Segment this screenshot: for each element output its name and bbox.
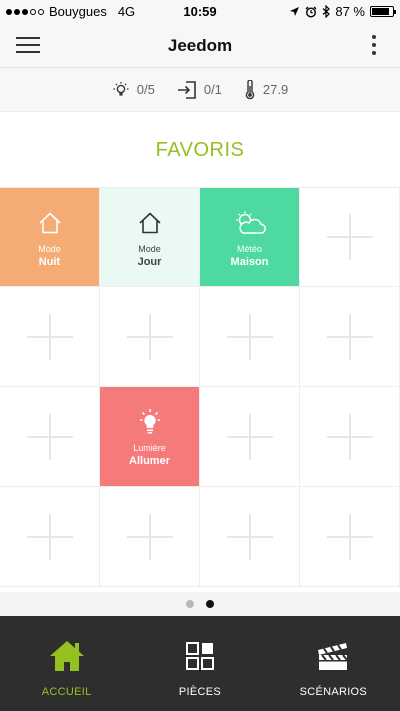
add-favorite-slot[interactable]	[100, 487, 200, 587]
tab-pieces[interactable]: PIÈCES	[133, 616, 266, 711]
add-favorite-slot[interactable]	[0, 387, 100, 487]
house-icon	[37, 210, 63, 236]
page-dot-2-active[interactable]	[206, 600, 214, 608]
plus-icon	[226, 313, 273, 360]
tile-name: Jour	[137, 256, 162, 268]
page-title: Jeedom	[167, 36, 233, 55]
add-favorite-slot[interactable]	[300, 487, 400, 587]
door-enter-icon	[177, 80, 196, 99]
alarm-clock-icon	[305, 6, 317, 18]
add-favorite-slot[interactable]	[300, 287, 400, 387]
add-favorite-slot[interactable]	[300, 187, 400, 287]
tile-category: Météo	[236, 244, 262, 254]
home-icon	[48, 636, 86, 676]
summary-temperature[interactable]: 27.9	[244, 79, 289, 100]
location-arrow-icon	[290, 7, 300, 16]
battery-icon	[370, 6, 396, 17]
plus-icon	[326, 413, 373, 460]
favorite-tile-mode-jour[interactable]: Mode Jour	[100, 187, 200, 287]
status-bar: Bouygues 4G 10:59 87 %	[0, 0, 400, 22]
tab-accueil[interactable]: ACCUEIL	[0, 616, 133, 711]
house-icon	[137, 210, 163, 236]
tile-category: Mode	[138, 244, 161, 254]
tab-label: PIÈCES	[178, 686, 222, 698]
favorite-tile-meteo-maison[interactable]: Météo Maison	[200, 187, 300, 287]
more-options-icon[interactable]	[370, 35, 378, 55]
temperature-value: 27.9	[262, 82, 289, 97]
rooms-grid-icon	[185, 636, 214, 676]
summary-doors[interactable]: 0/1	[177, 80, 222, 99]
add-favorite-slot[interactable]	[200, 487, 300, 587]
favorite-tile-lumiere-allumer[interactable]: Lumière Allumer	[100, 387, 200, 487]
weather-icon	[233, 210, 267, 236]
lightbulb-icon	[113, 81, 129, 96]
favorites-grid: Mode Nuit Mode Jour Météo Maison Lumière…	[0, 187, 400, 590]
plus-icon	[26, 513, 73, 560]
tile-category: Mode	[38, 244, 61, 254]
plus-icon	[26, 413, 73, 460]
plus-icon	[126, 313, 173, 360]
summary-bar: 0/5 0/1 27.9	[0, 68, 400, 112]
plus-icon	[226, 513, 273, 560]
hamburger-menu-icon[interactable]	[16, 37, 40, 53]
bottom-tab-bar: ACCUEIL PIÈCES SCÉNARIOS	[0, 616, 400, 711]
doors-count: 0/1	[203, 82, 222, 97]
tile-name: Maison	[230, 256, 269, 268]
tab-label: ACCUEIL	[41, 686, 92, 698]
add-favorite-slot[interactable]	[200, 287, 300, 387]
add-favorite-slot[interactable]	[200, 387, 300, 487]
plus-icon	[26, 313, 73, 360]
add-favorite-slot[interactable]	[100, 287, 200, 387]
favorites-title: FAVORIS	[155, 139, 245, 161]
tile-name: Allumer	[129, 455, 170, 467]
battery-percent: 87 %	[335, 4, 365, 19]
app-header: Jeedom	[0, 22, 400, 68]
plus-icon	[126, 513, 173, 560]
summary-lights[interactable]: 0/5	[112, 81, 155, 99]
plus-icon	[326, 513, 373, 560]
plus-icon	[226, 413, 273, 460]
add-favorite-slot[interactable]	[300, 387, 400, 487]
status-right: 87 %	[289, 4, 396, 19]
tab-label: SCÉNARIOS	[299, 686, 368, 698]
tab-scenarios[interactable]: SCÉNARIOS	[267, 616, 400, 711]
page-dot-1[interactable]	[186, 600, 194, 608]
plus-icon	[326, 214, 373, 260]
lightbulb-icon	[137, 409, 163, 435]
plus-icon	[326, 313, 373, 360]
thermometer-icon	[245, 79, 255, 99]
add-favorite-slot[interactable]	[0, 287, 100, 387]
clapperboard-icon	[316, 636, 350, 676]
page-indicator	[0, 592, 400, 616]
tile-name: Nuit	[38, 256, 61, 268]
favorite-tile-mode-nuit[interactable]: Mode Nuit	[0, 187, 100, 287]
lights-count: 0/5	[136, 82, 155, 97]
bluetooth-icon	[322, 5, 331, 18]
add-favorite-slot[interactable]	[0, 487, 100, 587]
battery-level-fill	[372, 8, 390, 15]
tile-category: Lumière	[133, 443, 166, 453]
